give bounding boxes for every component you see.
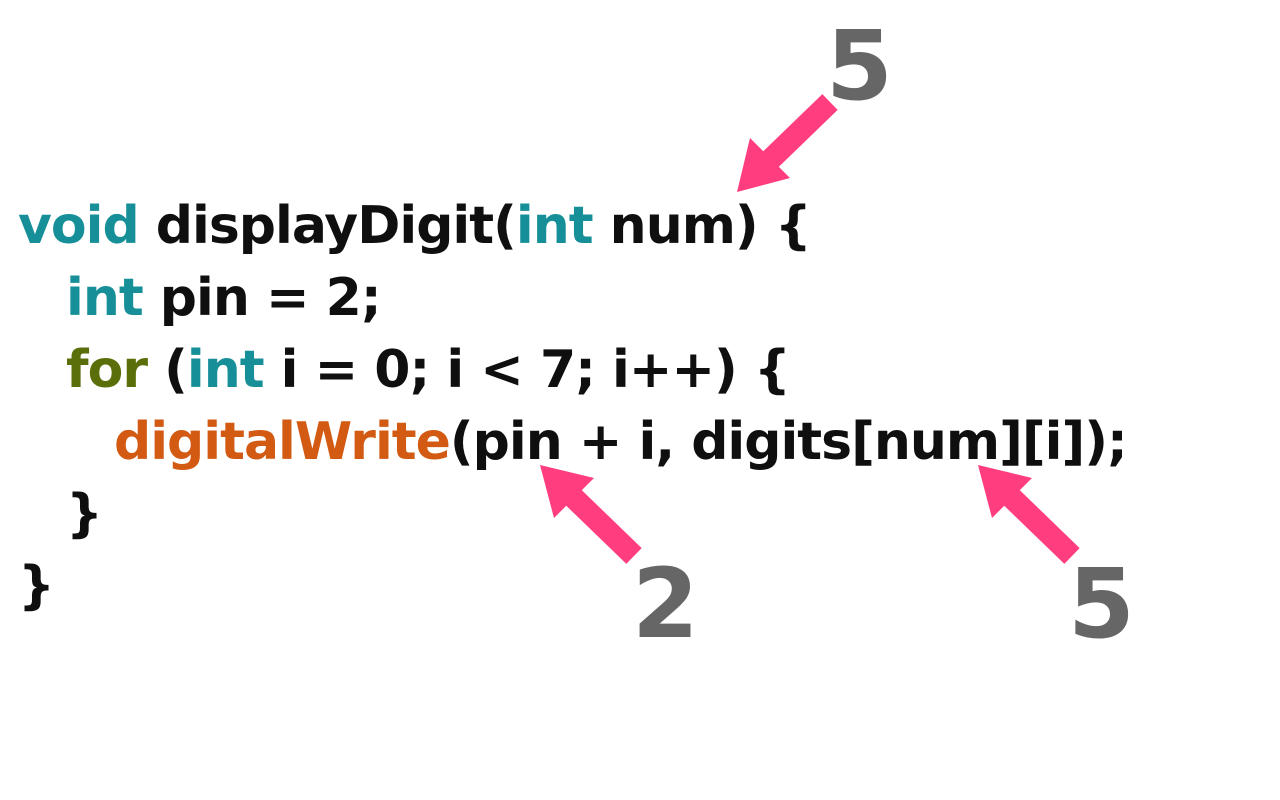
for-open-paren: ( — [147, 340, 188, 400]
digits-index-value-label: 5 — [1068, 548, 1135, 660]
digitalwrite-args: (pin + i, digits[num][i]); — [449, 412, 1128, 472]
param-num: num) { — [592, 196, 812, 256]
keyword-int-param: int — [515, 196, 594, 256]
closing-brace-loop: } — [66, 484, 103, 544]
keyword-int-pin: int — [66, 268, 144, 328]
code-line-for-loop: for (int i = 0; i < 7; i++) { — [18, 334, 1127, 406]
code-line-pin-declaration: int pin = 2; — [18, 262, 1127, 334]
keyword-for: for — [66, 340, 148, 400]
code-line-close-loop: } — [18, 478, 1127, 550]
keyword-int-loop: int — [186, 340, 265, 400]
function-digitalwrite: digitalWrite — [114, 412, 451, 472]
for-loop-header: i = 0; i < 7; i++) { — [263, 340, 791, 400]
num-value-label: 5 — [826, 10, 893, 122]
arrow-to-num-param — [737, 94, 838, 192]
closing-brace-function: } — [18, 556, 55, 616]
code-block: void displayDigit(int num) { int pin = 2… — [18, 190, 1128, 622]
function-name: displayDigit( — [138, 196, 517, 256]
pin-assignment: pin = 2; — [142, 268, 382, 328]
code-line-function-signature: void displayDigit(int num) { — [18, 190, 1127, 262]
keyword-void: void — [18, 196, 140, 256]
pin-value-label: 2 — [632, 548, 699, 660]
code-line-close-function: } — [18, 550, 1127, 622]
code-line-digital-write: digitalWrite(pin + i, digits[num][i]); — [18, 406, 1128, 478]
